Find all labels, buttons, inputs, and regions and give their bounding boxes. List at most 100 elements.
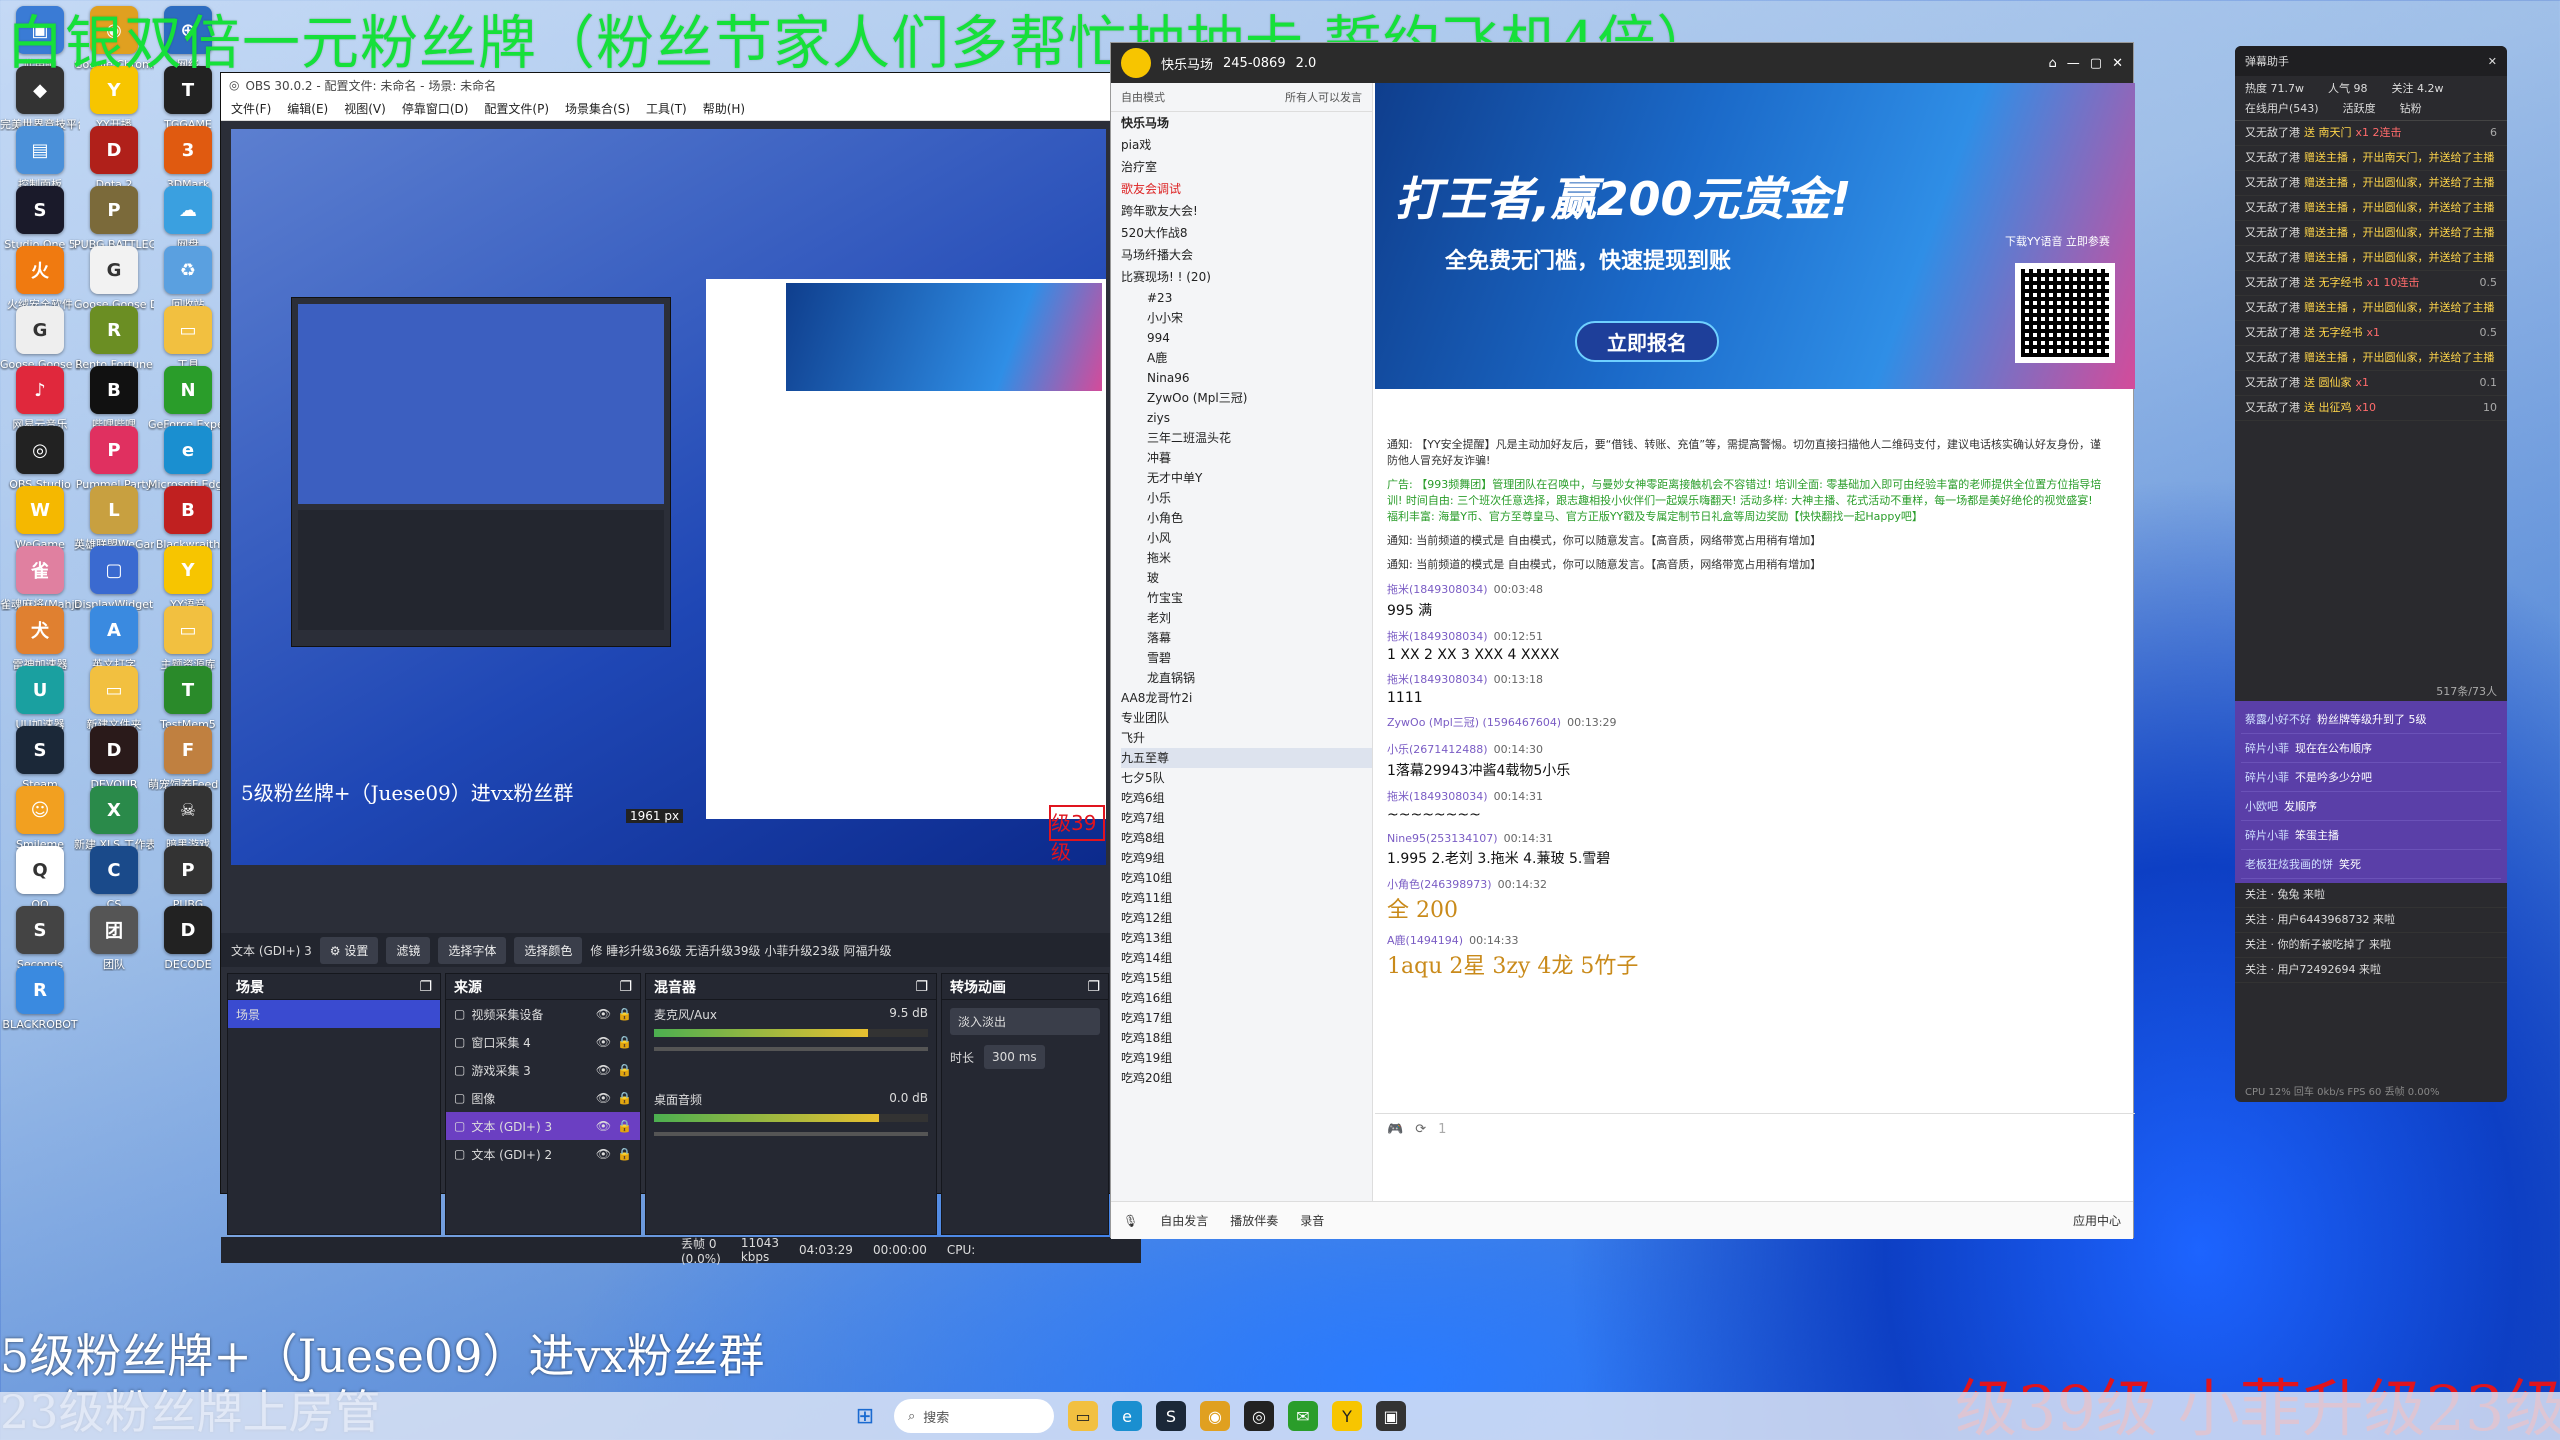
desktop-icon[interactable]: B 哔哩哔哩 bbox=[78, 366, 150, 431]
file-explorer-icon[interactable]: ▭ bbox=[1068, 1401, 1098, 1431]
desktop-icon[interactable]: 火火绒安全软件 bbox=[4, 246, 76, 311]
close-icon[interactable]: ✕ bbox=[2112, 56, 2123, 71]
eye-icon[interactable]: 👁 bbox=[596, 1035, 611, 1049]
history-icon[interactable]: ⟳ bbox=[1415, 1122, 1426, 1137]
tree-room[interactable]: 吃鸡18组 bbox=[1121, 1028, 1372, 1048]
tree-room[interactable]: 吃鸡11组 bbox=[1121, 888, 1372, 908]
tree-user[interactable]: 落幕 bbox=[1147, 628, 1372, 648]
dock-float-icon[interactable]: ❐ bbox=[915, 979, 928, 995]
minimize-icon[interactable]: — bbox=[2067, 56, 2080, 71]
text-source-value[interactable]: 修 睡衫升级36级 无语升级39级 小菲升级23级 阿福升级 bbox=[590, 942, 891, 959]
tree-room[interactable]: 吃鸡15组 bbox=[1121, 968, 1372, 988]
desktop-icon[interactable]: PPUBG BATTLEGR... bbox=[74, 186, 154, 251]
tree-user[interactable]: 小乐 bbox=[1147, 488, 1372, 508]
desktop-icon[interactable]: D DECODE bbox=[152, 906, 224, 971]
scene-item[interactable]: 场景 bbox=[228, 1000, 440, 1028]
chat-username[interactable]: 拖米(1849308034) bbox=[1387, 673, 1488, 686]
danmaku-user[interactable]: 碎片小菲 bbox=[2245, 771, 2289, 784]
desktop-icon[interactable]: R Rento Fortune bbox=[75, 306, 153, 371]
tree-room[interactable]: 吃鸡20组 bbox=[1121, 1068, 1372, 1088]
app-center-button[interactable]: 应用中心 bbox=[2073, 1212, 2121, 1229]
chat-username[interactable]: 小乐(2671412488) bbox=[1387, 743, 1488, 756]
edge-icon[interactable]: e bbox=[1112, 1401, 1142, 1431]
tree-user[interactable]: 小角色 bbox=[1147, 508, 1372, 528]
desktop-icon[interactable]: A 英文打字 bbox=[78, 606, 150, 671]
tree-user[interactable]: A鹿 bbox=[1147, 348, 1372, 368]
tree-user[interactable]: #23 bbox=[1147, 288, 1372, 308]
chat-username[interactable]: ZywOo (Mpl三冠) (1596467604) bbox=[1387, 716, 1561, 729]
tree-room[interactable]: 吃鸡12组 bbox=[1121, 908, 1372, 928]
transition-type-select[interactable]: 淡入淡出 bbox=[950, 1008, 1100, 1035]
lock-icon[interactable]: 🔒 bbox=[617, 1119, 632, 1133]
dock-float-icon[interactable]: ❐ bbox=[1087, 979, 1100, 995]
wechat-icon[interactable]: ✉ bbox=[1288, 1401, 1318, 1431]
tree-user[interactable]: 竹宝宝 bbox=[1147, 588, 1372, 608]
obs-menu-item[interactable]: 帮助(H) bbox=[703, 100, 745, 117]
tree-room[interactable]: 吃鸡6组 bbox=[1121, 788, 1372, 808]
desktop-icon[interactable]: B Blackwraith bbox=[152, 486, 224, 551]
obs-menu-item[interactable]: 停靠窗口(D) bbox=[402, 100, 469, 117]
obs-menu-item[interactable]: 文件(F) bbox=[231, 100, 271, 117]
tree-user[interactable]: 雪碧 bbox=[1147, 648, 1372, 668]
tree-user[interactable]: 玻 bbox=[1147, 568, 1372, 588]
tree-channel[interactable]: 马场纤播大会 bbox=[1121, 244, 1372, 266]
select-color-button[interactable]: 选择颜色 bbox=[514, 936, 583, 964]
source-item[interactable]: ▢ 视频采集设备 👁 🔒 bbox=[446, 1000, 640, 1028]
tree-room[interactable]: 吃鸡10组 bbox=[1121, 868, 1372, 888]
desktop-icon[interactable]: GGoose Goose Duck bbox=[74, 246, 154, 311]
eye-icon[interactable]: 👁 bbox=[596, 1147, 611, 1161]
source-item[interactable]: ▢ 文本 (GDI+) 3 👁 🔒 bbox=[446, 1112, 640, 1140]
desktop-icon[interactable]: ▭ 工具 bbox=[152, 306, 224, 371]
desktop-icon[interactable]: F萌宠饲养Feed T... bbox=[148, 726, 228, 791]
desktop-icon[interactable]: 雀雀魂麻将(Mahjong...) bbox=[0, 546, 80, 611]
tree-room[interactable]: 吃鸡16组 bbox=[1121, 988, 1372, 1008]
tree-user[interactable]: Nina96 bbox=[1147, 368, 1372, 388]
lock-icon[interactable]: 🔒 bbox=[617, 1007, 632, 1021]
desktop-icon[interactable]: ▭ 主题资源库 bbox=[152, 606, 224, 671]
tree-user[interactable]: 三年二班温头花 bbox=[1147, 428, 1372, 448]
obs-taskbar-icon[interactable]: ◎ bbox=[1244, 1401, 1274, 1431]
desktop-icon[interactable]: ▢DisplayWidget Center bbox=[74, 546, 154, 611]
desktop-icon[interactable]: ☠ 暗黑游戏 bbox=[152, 786, 224, 851]
source-filters-button[interactable]: 滤镜 bbox=[386, 936, 431, 964]
danmaku-user[interactable]: 碎片小菲 bbox=[2245, 742, 2289, 755]
tree-room[interactable]: 九五至尊 bbox=[1121, 748, 1372, 768]
desktop-icon[interactable]: S Steam bbox=[4, 726, 76, 791]
desktop-icon[interactable]: ◎ OBS Studio bbox=[4, 426, 76, 491]
obs-preview[interactable]: 5级粉丝牌+（Juese09）进vx粉丝群 1961 px 级39级 bbox=[231, 129, 1106, 865]
tree-user[interactable]: 小风 bbox=[1147, 528, 1372, 548]
desktop-icon[interactable]: X新建 XLS 工作表.xls bbox=[74, 786, 154, 851]
desktop-icon[interactable]: P PUBG bbox=[152, 846, 224, 911]
desktop-icon[interactable]: R BLACKROBOT bbox=[2, 966, 78, 1031]
home-icon[interactable]: ⌂ bbox=[2049, 56, 2057, 71]
gift-user[interactable]: 又无敌了港 bbox=[2245, 276, 2300, 289]
tree-room[interactable]: 专业团队 bbox=[1121, 708, 1372, 728]
desktop-icon[interactable]: P Pummel Party bbox=[76, 426, 152, 491]
select-font-button[interactable]: 选择字体 bbox=[438, 936, 507, 964]
desktop-icon[interactable]: 3 3DMark bbox=[152, 126, 224, 191]
desktop-icon[interactable]: e Microsoft Edge bbox=[148, 426, 228, 491]
tree-channel[interactable]: 歌友会调试 bbox=[1121, 178, 1372, 200]
tree-user[interactable]: 无才中单Y bbox=[1147, 468, 1372, 488]
tree-user[interactable]: 拖米 bbox=[1147, 548, 1372, 568]
tree-channel[interactable]: 跨年歌友大会! bbox=[1121, 200, 1372, 222]
danmaku-user[interactable]: 蔡露小好不好 bbox=[2245, 713, 2311, 726]
obs-menu-item[interactable]: 工具(T) bbox=[646, 100, 687, 117]
free-speak-button[interactable]: 自由发言 bbox=[1160, 1212, 1208, 1229]
desktop-icon[interactable]: ♪ 网易云音乐 bbox=[4, 366, 76, 431]
desktop-icon[interactable]: S Studio One 5 bbox=[4, 186, 76, 251]
desktop-icon[interactable]: GGoose Goose Duck bbox=[0, 306, 80, 371]
desktop-icon[interactable]: ▤ 控制面板 bbox=[4, 126, 76, 191]
danmaku-user[interactable]: 小欧吧 bbox=[2245, 800, 2278, 813]
tree-room[interactable]: 吃鸡14组 bbox=[1121, 948, 1372, 968]
duration-input[interactable]: 300 ms bbox=[984, 1045, 1045, 1069]
lock-icon[interactable]: 🔒 bbox=[617, 1091, 632, 1105]
tree-room[interactable]: 吃鸡9组 bbox=[1121, 848, 1372, 868]
gift-user[interactable]: 又无敌了港 bbox=[2245, 301, 2300, 314]
chat-username[interactable]: 拖米(1849308034) bbox=[1387, 630, 1488, 643]
chrome-icon[interactable]: ◉ bbox=[1200, 1401, 1230, 1431]
gift-user[interactable]: 又无敌了港 bbox=[2245, 226, 2300, 239]
app-icon[interactable]: ▣ bbox=[1376, 1401, 1406, 1431]
chat-username[interactable]: 小角色(246398973) bbox=[1387, 878, 1492, 891]
desktop-icon[interactable]: 犬雷神加速器 bbox=[4, 606, 76, 671]
